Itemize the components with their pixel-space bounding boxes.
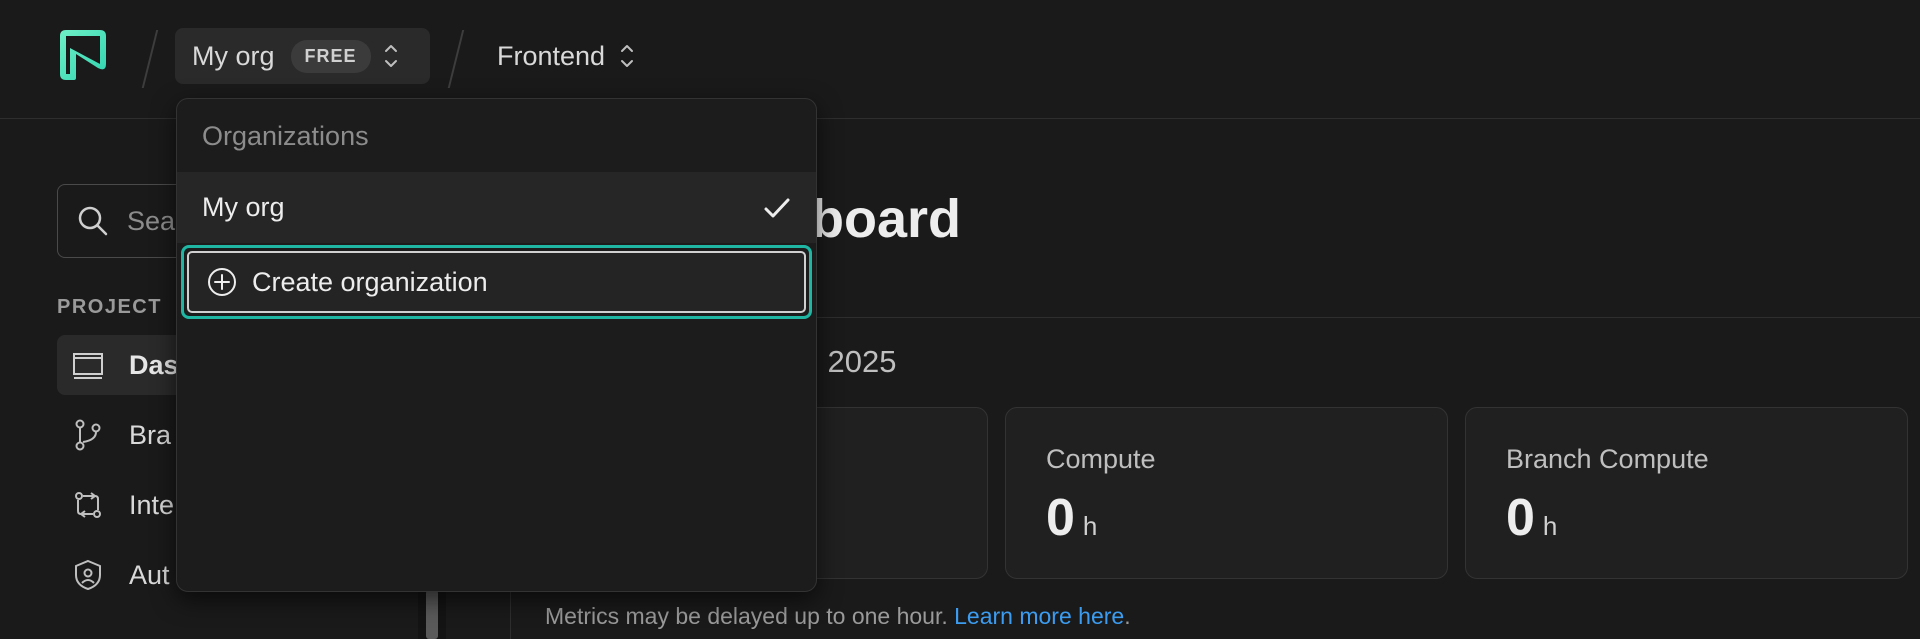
sidebar-item-label: Das <box>129 349 179 380</box>
create-organization-button[interactable]: Create organization <box>181 245 812 319</box>
metric-unit: h <box>1542 511 1558 541</box>
sidebar-scrollbar-thumb[interactable] <box>426 590 438 639</box>
metric-value-wrap: 0h <box>1506 488 1557 548</box>
metric-card-compute: Compute 0h <box>1005 407 1448 579</box>
dashboard-icon <box>73 353 103 379</box>
sidebar-item-label: Inte <box>129 489 175 520</box>
metrics-note-end: . <box>1124 603 1131 629</box>
breadcrumb-separator <box>141 30 159 88</box>
breadcrumb-separator <box>447 30 465 88</box>
metrics-note-text: Metrics may be delayed up to one hour. <box>545 603 955 629</box>
neon-logo-icon[interactable] <box>56 28 110 82</box>
org-menu-item-label: My org <box>202 192 285 222</box>
dropdown-header: Organizations <box>202 121 369 151</box>
chevron-up-down-icon <box>384 45 397 67</box>
branch-icon <box>75 419 101 451</box>
sidebar-item-label: Aut <box>129 559 170 590</box>
metric-label: Compute <box>1046 444 1156 474</box>
search-placeholder: Sea <box>127 205 176 236</box>
create-organization-inner: Create organization <box>187 251 806 313</box>
sidebar-item-label: Bra <box>129 419 172 450</box>
plan-badge: FREE <box>290 39 371 73</box>
chevron-up-down-icon <box>621 45 634 67</box>
auth-shield-icon <box>75 559 101 591</box>
metric-value: 0 <box>1506 489 1535 547</box>
org-dropdown-menu: Organizations My org Create organization <box>176 98 817 592</box>
metric-label: Branch Compute <box>1506 444 1709 474</box>
search-icon <box>78 206 108 236</box>
org-menu-item[interactable]: My org <box>177 172 816 243</box>
metric-value: 0 <box>1046 489 1075 547</box>
metrics-note: Metrics may be delayed up to one hour. L… <box>545 603 1131 630</box>
project-switcher-button[interactable]: Frontend <box>497 28 635 84</box>
org-switcher-button[interactable]: My org FREE <box>175 28 430 84</box>
plus-circle-icon <box>208 268 236 296</box>
learn-more-link[interactable]: Learn more here <box>954 603 1124 629</box>
project-name: Frontend <box>497 40 606 71</box>
metric-card-branch-compute: Branch Compute 0h <box>1465 407 1908 579</box>
integrations-icon <box>75 492 101 518</box>
sidebar-section-label: PROJECT <box>57 296 162 318</box>
create-organization-label: Create organization <box>252 266 488 297</box>
metric-unit: h <box>1082 511 1098 541</box>
metric-value-wrap: 0h <box>1046 488 1097 548</box>
app: My org FREE Frontend Sea PROJECT Das Bra… <box>0 0 1920 639</box>
check-icon <box>764 198 790 218</box>
org-name: My org <box>192 40 275 71</box>
